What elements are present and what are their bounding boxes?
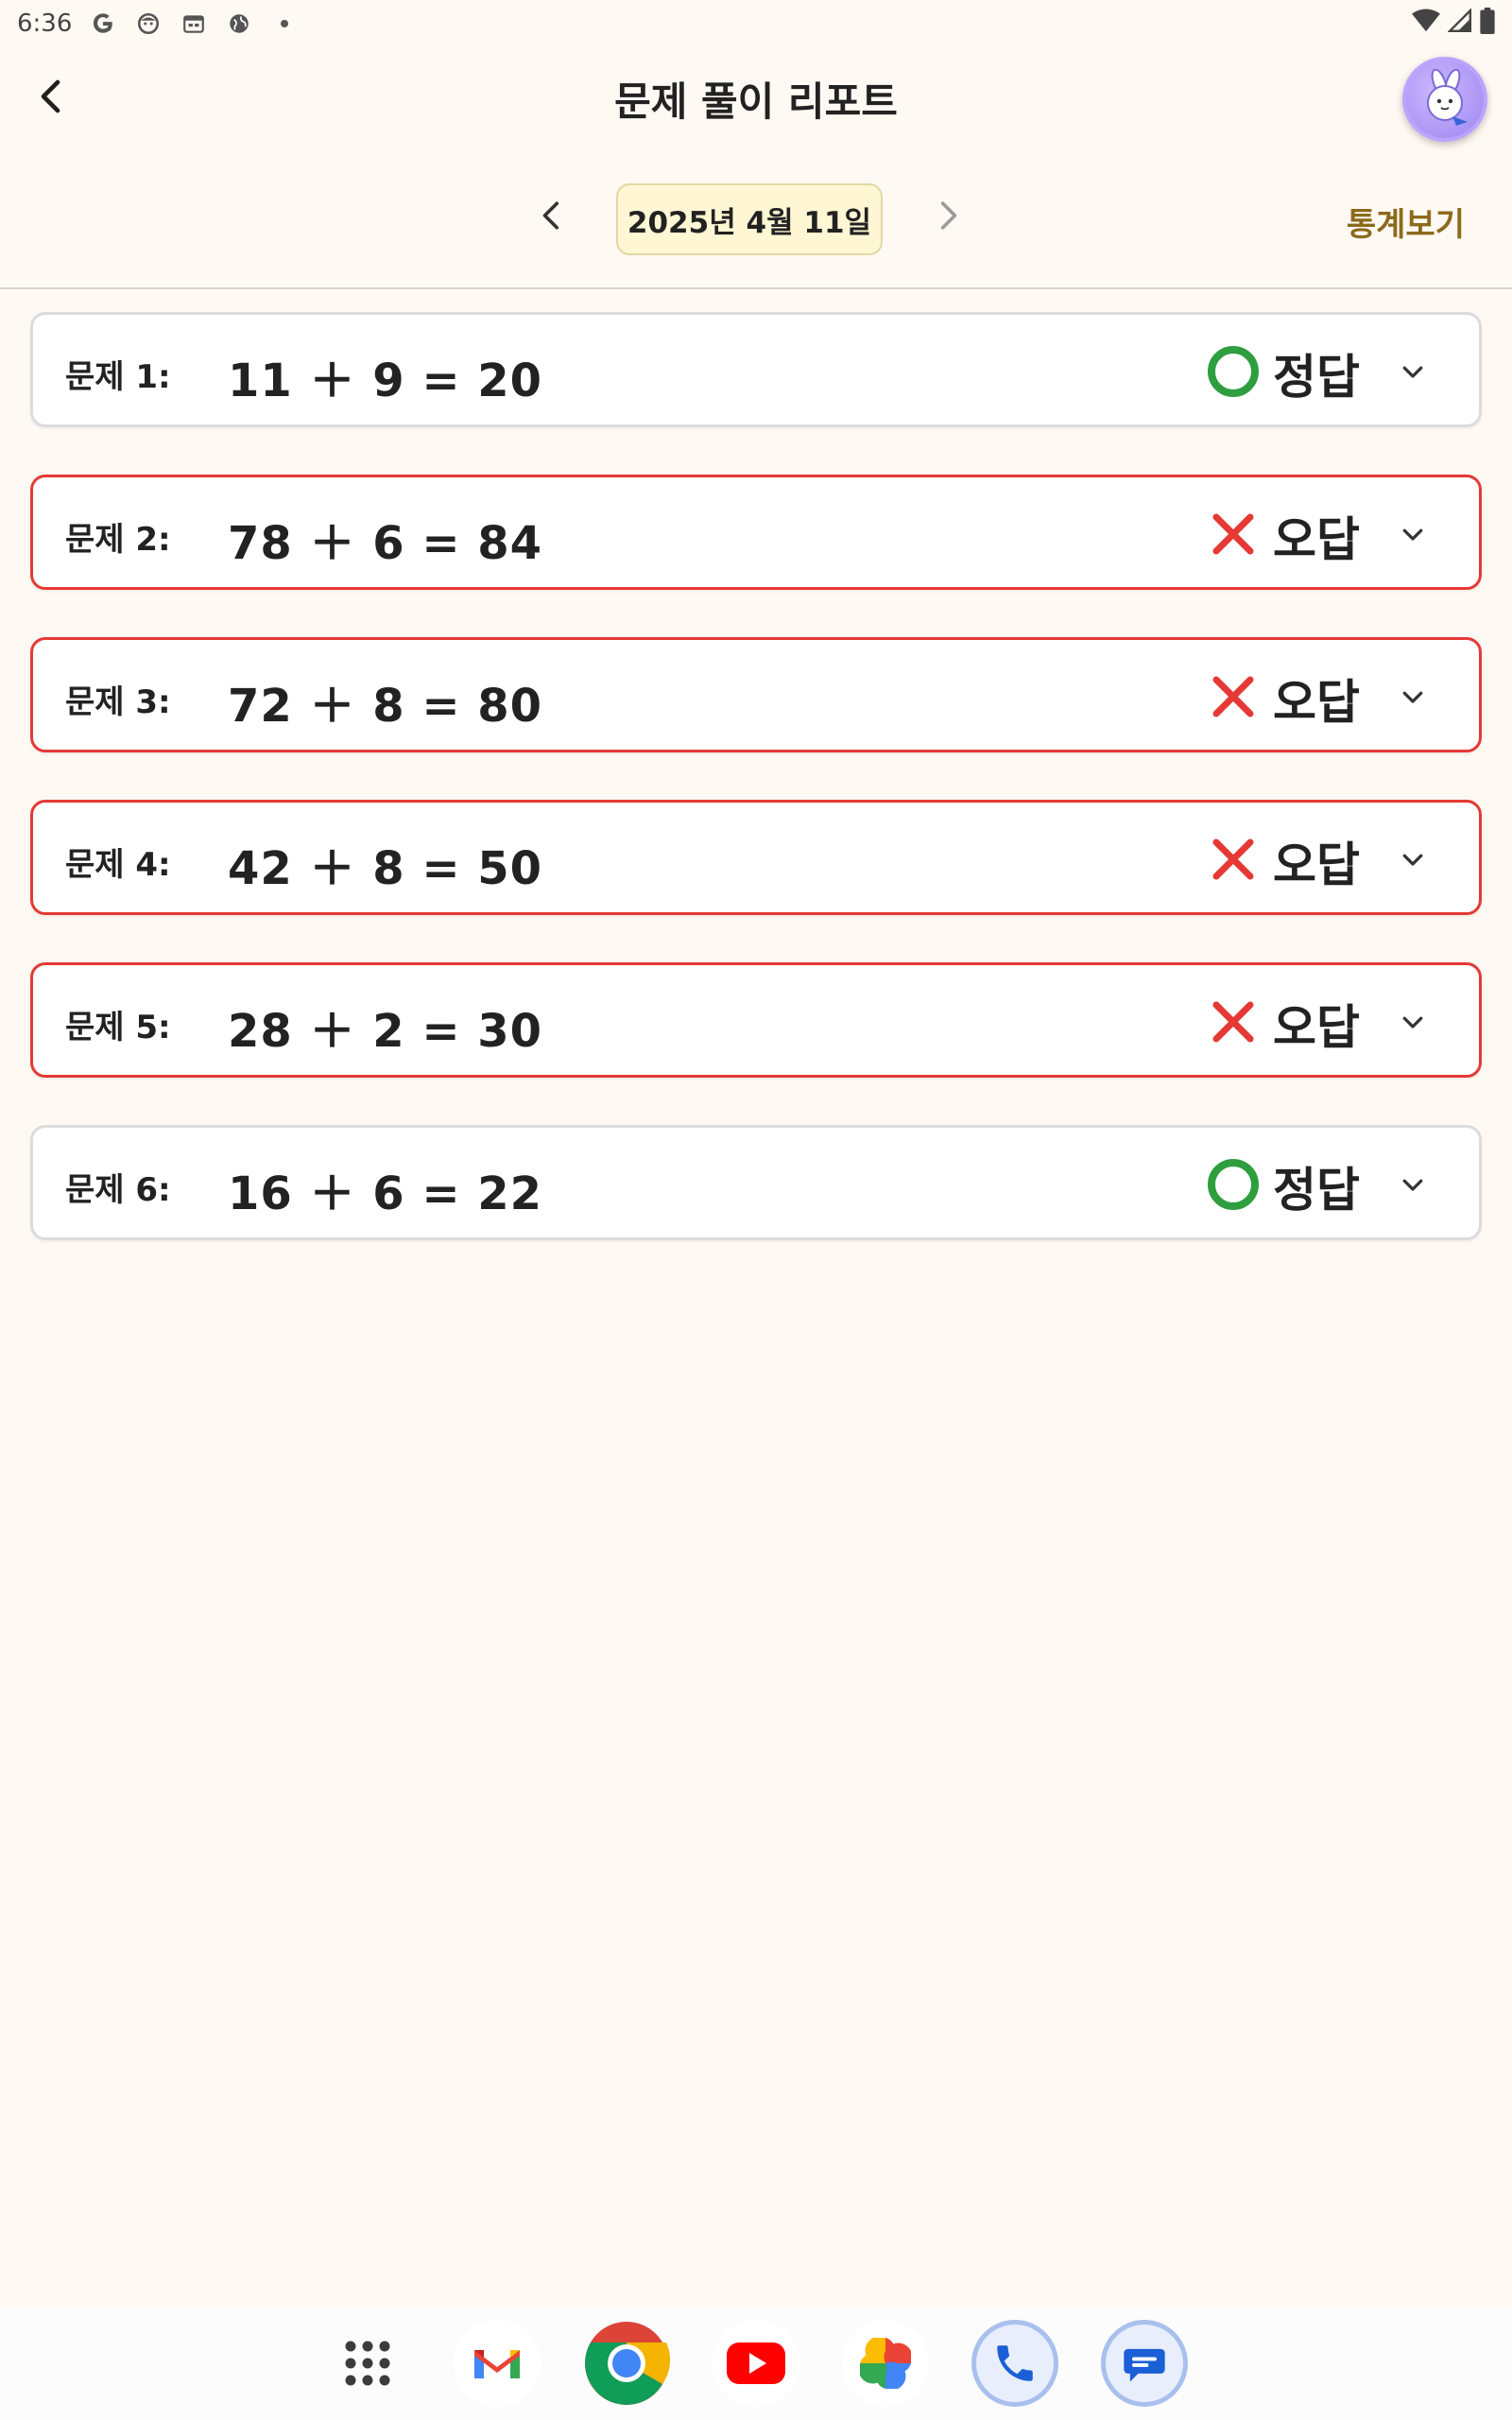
youtube-icon[interactable] [713, 2320, 799, 2407]
problem-label: 문제 3: [65, 683, 171, 721]
wrong-x-icon [1203, 666, 1263, 727]
problem-card-3[interactable]: 문제 3: 72 ＋ 8 = 80 오답 [30, 637, 1482, 752]
result-label: 정답 [1273, 1163, 1360, 1218]
chevron-down-icon[interactable] [1392, 1164, 1434, 1205]
result-label: 정답 [1273, 350, 1360, 405]
chevron-right-icon [940, 201, 957, 230]
chevron-left-icon [542, 201, 559, 230]
date-chip[interactable]: 2025년 4월 11일 [616, 183, 883, 255]
chevron-down-icon[interactable] [1392, 513, 1434, 555]
messages-icon[interactable] [1101, 2320, 1188, 2407]
dot-icon [270, 9, 299, 38]
problem-label: 문제 2: [65, 521, 171, 559]
problem-card-6[interactable]: 문제 6: 16 ＋ 6 = 22 정답 [30, 1125, 1482, 1240]
photos-icon[interactable] [842, 2320, 929, 2407]
chrome-icon[interactable] [583, 2320, 670, 2407]
problem-label: 문제 6: [65, 1171, 171, 1209]
divider [0, 287, 1512, 289]
gmail-icon[interactable] [454, 2320, 541, 2407]
result-label: 오답 [1273, 512, 1360, 567]
result-label: 오답 [1273, 1000, 1360, 1055]
chevron-down-icon[interactable] [1392, 676, 1434, 717]
phone-icon[interactable] [971, 2320, 1058, 2407]
problem-label: 문제 4: [65, 846, 171, 884]
signal-icon [1447, 7, 1472, 40]
battery-icon [1480, 7, 1495, 41]
bunny-avatar-icon [1427, 69, 1468, 126]
wifi-icon [1412, 9, 1440, 40]
problem-card-4[interactable]: 문제 4: 42 ＋ 8 = 50 오답 [30, 800, 1482, 915]
chevron-down-icon[interactable] [1392, 1001, 1434, 1043]
face-icon [134, 9, 163, 38]
correct-circle-icon [1203, 1154, 1263, 1215]
previous-date-button[interactable] [524, 187, 581, 244]
problem-equation: 42 ＋ 8 = 50 [228, 842, 543, 895]
globe-icon [225, 9, 253, 38]
problem-card-1[interactable]: 문제 1: 11 ＋ 9 = 20 정답 [30, 312, 1482, 427]
app-drawer-icon[interactable] [324, 2320, 411, 2407]
chevron-down-icon[interactable] [1392, 838, 1434, 880]
problem-label: 문제 5: [65, 1009, 171, 1046]
problem-label: 문제 1: [65, 358, 171, 396]
wrong-x-icon [1203, 992, 1263, 1052]
status-bar: 6:36 [0, 0, 1512, 47]
problem-list: 문제 1: 11 ＋ 9 = 20 정답 문제 2: 78 ＋ 6 = 84 오… [30, 312, 1482, 1288]
stats-link[interactable]: 통계보기 [1347, 199, 1465, 245]
app-dock [0, 2307, 1512, 2420]
wrong-x-icon [1203, 504, 1263, 564]
problem-card-5[interactable]: 문제 5: 28 ＋ 2 = 30 오답 [30, 962, 1482, 1078]
result-label: 오답 [1273, 838, 1360, 892]
avatar[interactable] [1402, 57, 1487, 142]
problem-equation: 78 ＋ 6 = 84 [228, 517, 543, 570]
result-label: 오답 [1273, 675, 1360, 730]
problem-equation: 11 ＋ 9 = 20 [228, 354, 543, 407]
status-time: 6:36 [17, 9, 73, 38]
problem-equation: 16 ＋ 6 = 22 [228, 1167, 543, 1220]
date-navigation: 2025년 4월 11일 통계보기 [0, 170, 1512, 265]
calendar-icon [180, 9, 208, 38]
google-g-icon [89, 9, 117, 38]
app-bar: 문제 풀이 리포트 [0, 47, 1512, 151]
correct-circle-icon [1203, 341, 1263, 402]
chevron-down-icon[interactable] [1392, 351, 1434, 392]
wrong-x-icon [1203, 829, 1263, 890]
next-date-button[interactable] [919, 187, 975, 244]
page-title: 문제 풀이 리포트 [614, 78, 898, 125]
problem-card-2[interactable]: 문제 2: 78 ＋ 6 = 84 오답 [30, 475, 1482, 590]
problem-equation: 28 ＋ 2 = 30 [228, 1005, 543, 1058]
problem-equation: 72 ＋ 8 = 80 [228, 680, 543, 733]
